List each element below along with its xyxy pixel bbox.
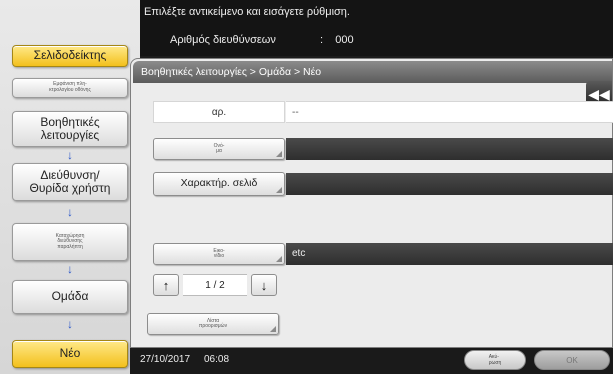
- ok-button[interactable]: ΟΚ: [534, 350, 610, 370]
- icon-value: etc: [286, 243, 613, 265]
- step-utility-button[interactable]: Βοηθητικές λειτουργίες: [12, 111, 128, 147]
- step-new-label: Νέο: [59, 346, 81, 361]
- step-utility-label: Βοηθητικές λειτουργίες: [40, 114, 100, 142]
- corner-marker-icon: [270, 326, 276, 332]
- step-address-box-button[interactable]: Διεύθυνση/ Θυρίδα χρήστη: [12, 163, 128, 201]
- destination-list-button[interactable]: Λίστα προορισμών: [147, 313, 279, 335]
- step-address-register-label: Καταχώρηση διεύθυνσης παραλήπτη: [55, 232, 85, 250]
- icon-button-label: Εικο- νίδιο: [213, 247, 225, 259]
- icon-button[interactable]: Εικο- νίδιο: [153, 243, 285, 265]
- page-up-button[interactable]: ↑: [153, 274, 179, 296]
- step-new-button[interactable]: Νέο: [12, 340, 128, 368]
- breadcrumb: Βοηθητικές λειτουργίες > Ομάδα > Νέο: [133, 61, 612, 83]
- instruction-message: Επιλέξτε αντικείμενο και εισάγετε ρύθμισ…: [144, 6, 350, 18]
- settings-panel: Βοηθητικές λειτουργίες > Ομάδα > Νέο ◀◀ …: [130, 58, 613, 348]
- cancel-button[interactable]: Ακύ- ρωση: [464, 350, 526, 370]
- address-count-separator: :: [320, 34, 324, 46]
- cancel-label: Ακύ- ρωση: [488, 354, 502, 366]
- address-count-number: 000: [335, 34, 354, 46]
- total-pages: 2: [219, 279, 225, 291]
- flow-sidebar: Σελιδοδείκτης Εμφάνιση πλη- κτρολογίου ο…: [0, 0, 140, 374]
- destination-list-label: Λίστα προορισμών: [198, 317, 228, 329]
- number-label: αρ.: [153, 101, 285, 123]
- bookmark-button[interactable]: Σελιδοδείκτης: [12, 45, 128, 67]
- message-header: Επιλέξτε αντικείμενο και εισάγετε ρύθμισ…: [140, 0, 613, 56]
- name-value: [286, 138, 613, 160]
- page-navigator: ↑ 1 / 2 ↓: [153, 274, 279, 296]
- index-char-button[interactable]: Χαρακτήρ. σελιδ: [153, 172, 285, 196]
- step-address-box-label: Διεύθυνση/ Θυρίδα χρήστη: [29, 167, 111, 195]
- corner-marker-icon: [276, 151, 282, 157]
- corner-marker-icon: [276, 187, 282, 193]
- name-button-label: Ονό- μα: [213, 142, 225, 154]
- page-indicator: 1 / 2: [183, 274, 247, 296]
- flow-arrow-icon: ↓: [67, 317, 73, 331]
- address-count-title: Αριθμός διευθύνσεων: [170, 34, 276, 46]
- date-display: 27/10/2017: [140, 354, 191, 365]
- page-separator: /: [213, 279, 217, 291]
- flow-arrow-icon: ↓: [67, 148, 73, 162]
- index-char-value: [286, 173, 613, 195]
- address-count-label: Αριθμός διευθύνσεων: [170, 34, 276, 46]
- number-value: --: [286, 101, 613, 123]
- status-footer: 27/10/2017 06:08 Ακύ- ρωση ΟΚ: [130, 348, 613, 374]
- step-group-label: Ομάδα: [51, 289, 89, 304]
- time-display: 06:08: [204, 354, 230, 365]
- bookmark-label: Σελιδοδείκτης: [33, 48, 107, 63]
- flow-arrow-icon: ↓: [67, 262, 73, 276]
- flow-arrow-icon: ↓: [67, 205, 73, 219]
- current-page: 1: [205, 279, 211, 291]
- ok-label: ΟΚ: [566, 355, 578, 365]
- step-group-button[interactable]: Ομάδα: [12, 280, 128, 314]
- display-keypad-button[interactable]: Εμφάνιση πλη- κτρολογίου οθόνης: [12, 78, 128, 98]
- name-button[interactable]: Ονό- μα: [153, 138, 285, 160]
- step-address-register-button[interactable]: Καταχώρηση διεύθυνσης παραλήπτη: [12, 223, 128, 261]
- index-char-label: Χαρακτήρ. σελιδ: [180, 177, 258, 190]
- address-count-value: : 000: [320, 34, 354, 46]
- page-down-button[interactable]: ↓: [251, 274, 277, 296]
- corner-marker-icon: [276, 256, 282, 262]
- display-keypad-label: Εμφάνιση πλη- κτρολογίου οθόνης: [49, 81, 91, 93]
